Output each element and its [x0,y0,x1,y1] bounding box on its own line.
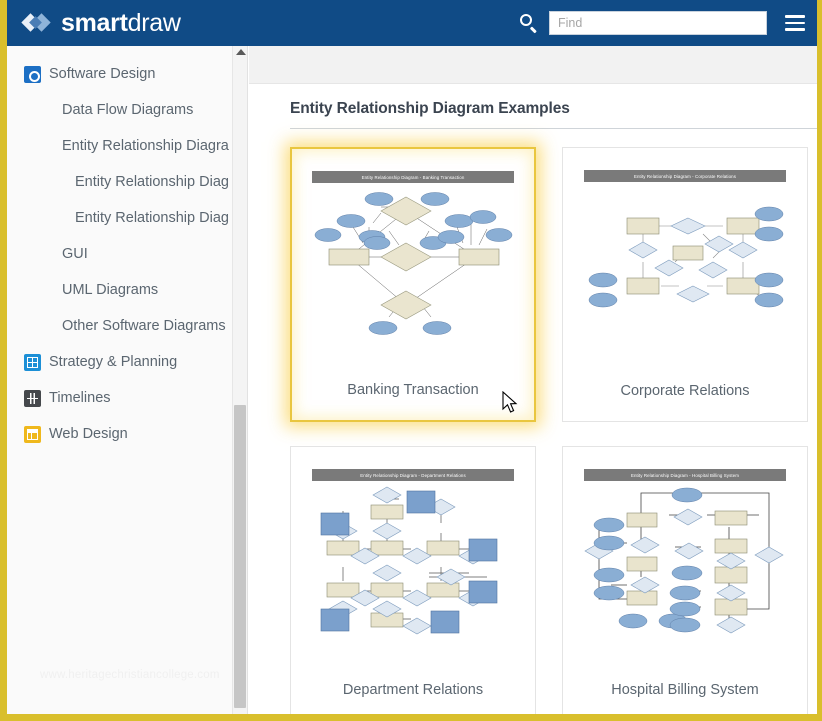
search-icon[interactable] [519,13,539,34]
er-diagram-department [320,486,497,635]
brand-bold: smart [61,8,128,37]
sidebar-nav: Software Design Data Flow Diagrams Entit… [7,46,247,452]
brand-text: smartdraw [61,8,181,37]
thumbnail-title-bar: Entity Relationship Diagram - Corporate … [584,170,786,182]
thumbnail: Entity Relationship Diagram - Hospital B… [583,469,788,654]
sidebar-item-timelines[interactable]: Timelines [7,380,247,416]
timelines-icon [24,389,41,407]
sidebar-item-entity-relationship-diagrams[interactable]: Entity Relationship Diagra [7,128,247,164]
smartdraw-window: smartdraw Software Design Data Flow Diag… [0,0,822,721]
sidebar-item-label: GUI [62,245,88,262]
card-label: Banking Transaction [347,382,479,398]
software-design-icon [24,65,41,83]
sidebar-item-strategy-planning[interactable]: Strategy & Planning [7,344,247,380]
sidebar-item-gui[interactable]: GUI [7,236,247,272]
smartdraw-diamond-logo-icon [21,10,51,36]
sidebar-item-uml-diagrams[interactable]: UML Diagrams [7,272,247,308]
watermark-text: www.heritagechristiancollege.com [40,669,220,681]
thumbnail-title-bar: Entity Relationship Diagram - Banking Tr… [312,171,514,183]
sidebar-item-software-design[interactable]: Software Design [7,56,247,92]
sidebar-item-cutoff[interactable] [7,46,247,56]
template-grid: Entity Relationship Diagram - Banking Tr… [290,147,817,714]
sidebar-item-entity-relationship-diag-2[interactable]: Entity Relationship Diag [7,200,247,236]
thumbnail: Entity Relationship Diagram - Department… [311,469,516,654]
search-input[interactable] [549,11,767,35]
sidebar-scrollbar[interactable] [232,46,247,714]
sidebar-item-data-flow-diagrams[interactable]: Data Flow Diagrams [7,92,247,128]
template-card-hospital-billing-system[interactable]: Entity Relationship Diagram - Hospital B… [562,446,808,714]
sidebar-item-label: UML Diagrams [62,281,159,298]
web-design-icon [24,425,41,443]
er-diagram-corporate [588,206,783,308]
scroll-up-arrow-icon[interactable] [236,49,246,55]
content-toolbar [249,46,817,84]
er-diagram-hospital [583,487,784,634]
main-content: Entity Relationship Diagram Examples Ent… [249,46,817,714]
sidebar-item-entity-relationship-diag-1[interactable]: Entity Relationship Diag [7,164,247,200]
er-diagram-banking [314,192,512,335]
sidebar-item-label: Web Design [49,425,128,442]
thumbnail-title-bar: Entity Relationship Diagram - Department… [312,469,514,481]
sidebar-item-label: Software Design [49,65,156,82]
template-card-corporate-relations[interactable]: Entity Relationship Diagram - Corporate … [562,147,808,422]
template-card-department-relations[interactable]: Entity Relationship Diagram - Department… [290,446,536,714]
sidebar-item-web-design[interactable]: Web Design [7,416,247,452]
sidebar-item-label: Data Flow Diagrams [62,101,194,118]
card-label: Corporate Relations [620,383,750,399]
header-right [519,11,817,35]
sidebar-item-label: Entity Relationship Diag [75,173,229,190]
thumbnail-title-bar: Entity Relationship Diagram - Hospital B… [584,469,786,481]
sidebar-item-label: Strategy & Planning [49,353,178,370]
thumbnail: Entity Relationship Diagram - Corporate … [583,170,788,355]
hamburger-menu-icon[interactable] [785,15,805,31]
brand-light: draw [127,8,181,37]
strategy-planning-icon [24,353,41,371]
card-label: Hospital Billing System [611,682,759,698]
sidebar-item-label: Other Software Diagrams [62,317,226,334]
sidebar-item-label: Entity Relationship Diagra [62,137,229,154]
brand[interactable]: smartdraw [21,8,181,37]
sidebar-item-label: Entity Relationship Diag [75,209,229,226]
sidebar: Software Design Data Flow Diagrams Entit… [7,46,248,714]
card-label: Department Relations [342,682,484,698]
thumbnail: Entity Relationship Diagram - Banking Tr… [311,171,516,356]
sidebar-item-other-software-diagrams[interactable]: Other Software Diagrams [7,308,247,344]
scrollbar-thumb[interactable] [234,405,246,708]
app-header: smartdraw [7,0,817,46]
title-divider [290,128,817,129]
page-title: Entity Relationship Diagram Examples [290,100,570,117]
sidebar-item-label: Timelines [49,389,111,406]
template-card-banking-transaction[interactable]: Entity Relationship Diagram - Banking Tr… [290,147,536,422]
